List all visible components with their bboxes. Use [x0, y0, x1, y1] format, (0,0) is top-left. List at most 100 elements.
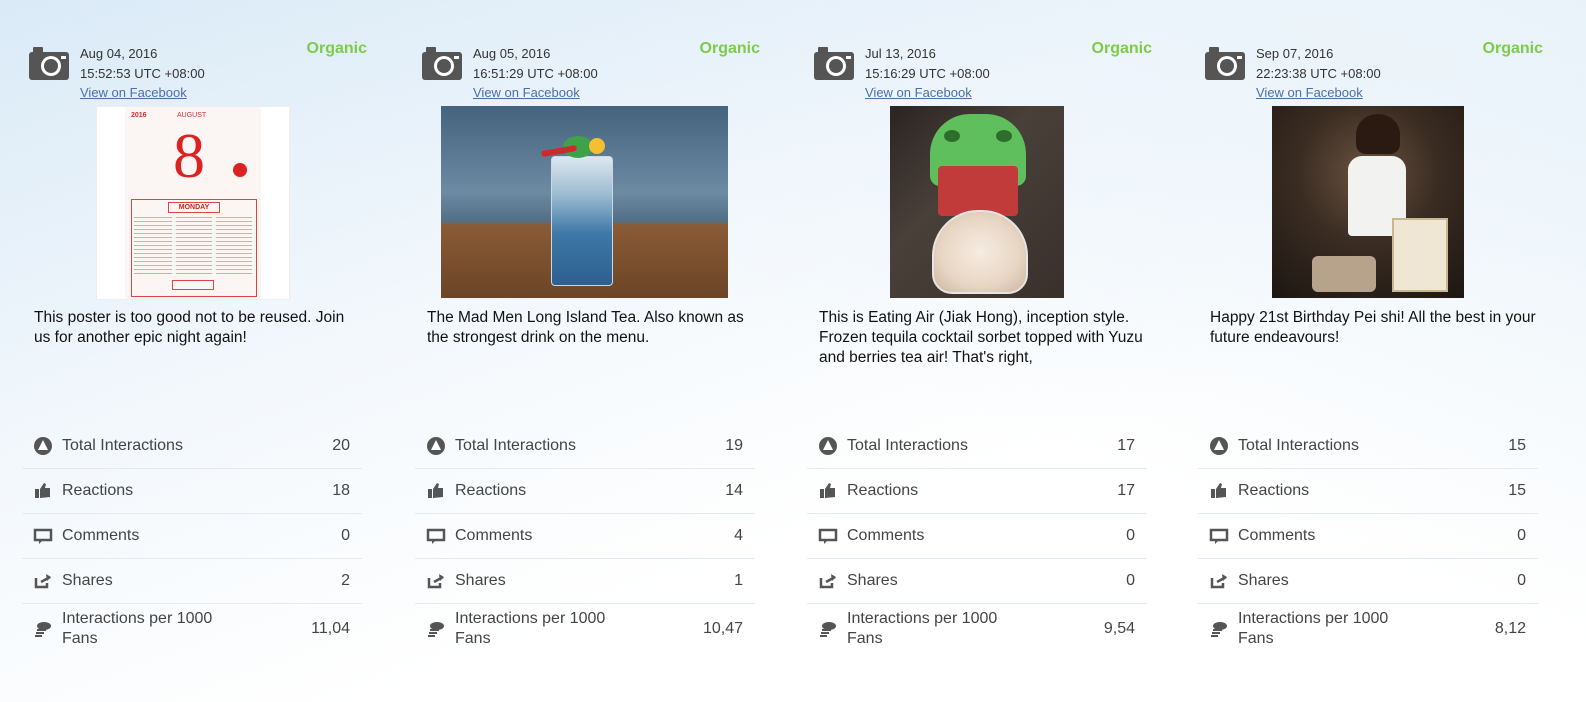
metric-row-interactions-per-fans: Interactions per 1000 Fans 9,54: [807, 604, 1147, 654]
metrics-table: Total Interactions 19 Reactions 14 Comme…: [415, 424, 755, 654]
post-type-badge: Organic: [1091, 40, 1152, 57]
metric-row-interactions-per-fans: Interactions per 1000 Fans 10,47: [415, 604, 755, 654]
metric-value: 19: [725, 437, 743, 454]
metric-label: Total Interactions: [847, 437, 968, 454]
metric-value: 8,12: [1494, 620, 1526, 637]
metric-label: Comments: [455, 527, 533, 544]
view-on-facebook-link[interactable]: View on Facebook: [865, 84, 972, 102]
poster-year: 2016: [131, 112, 147, 119]
post-date: Aug 05, 2016: [473, 46, 551, 61]
metric-value: 10,47: [702, 620, 743, 637]
reactions-icon: [1211, 483, 1226, 498]
metric-row-comments: Comments 4: [415, 514, 755, 559]
metric-value: 0: [1126, 572, 1135, 589]
metric-row-total-interactions: Total Interactions 15: [1198, 424, 1538, 469]
metric-label: Shares: [1238, 572, 1289, 589]
post-caption: The Mad Men Long Island Tea. Also known …: [427, 309, 744, 346]
post-caption: This is Eating Air (Jiak Hong), inceptio…: [819, 309, 1143, 366]
metric-label: Reactions: [455, 482, 527, 499]
post-image[interactable]: [441, 106, 728, 298]
poster-table: MONDAY: [131, 199, 257, 297]
metric-value: 14: [725, 482, 743, 499]
metrics-table: Total Interactions 20 Reactions 18 Comme…: [22, 424, 362, 654]
metric-row-comments: Comments 0: [1198, 514, 1538, 559]
camera-icon: [814, 47, 854, 80]
metric-label: Reactions: [62, 482, 134, 499]
metric-value: 15: [1508, 437, 1526, 454]
post-card: Aug 04, 2016 15:52:53 UTC +08:00 View on…: [22, 0, 367, 702]
lemon: [589, 138, 605, 154]
post-type-badge: Organic: [1482, 40, 1543, 57]
metric-value: 0: [1517, 572, 1526, 589]
metric-value: 1: [734, 572, 743, 589]
metric-row-reactions: Reactions 17: [807, 469, 1147, 514]
shares-icon: [1210, 574, 1227, 589]
metric-row-reactions: Reactions 15: [1198, 469, 1538, 514]
comments-icon: [33, 528, 53, 544]
total-interactions-icon: [427, 437, 445, 455]
metric-value: 0: [1126, 527, 1135, 544]
interactions-per-fans-icon: [35, 622, 51, 637]
camera-icon: [1205, 47, 1245, 80]
cocktail-glass: [932, 210, 1028, 294]
view-on-facebook-link[interactable]: View on Facebook: [80, 84, 187, 102]
post-card: Aug 05, 2016 16:51:29 UTC +08:00 View on…: [415, 0, 760, 702]
metric-value: 0: [341, 527, 350, 544]
post-type-badge: Organic: [699, 40, 760, 57]
metric-label: Interactions per 1000 Fans: [847, 610, 998, 647]
calendar-poster: 2016 AUGUST 8 MONDAY: [125, 107, 261, 299]
metric-label: Total Interactions: [1238, 437, 1359, 454]
post-image[interactable]: [890, 106, 1064, 298]
poster-weekday: MONDAY: [168, 202, 220, 213]
comments-icon: [426, 528, 446, 544]
metric-label: Shares: [847, 572, 898, 589]
interactions-per-fans-icon: [1211, 622, 1227, 637]
post-image[interactable]: [1272, 106, 1464, 298]
post-time: 15:16:29 UTC +08:00: [865, 66, 990, 81]
metric-row-interactions-per-fans: Interactions per 1000 Fans 8,12: [1198, 604, 1538, 654]
post-image[interactable]: 2016 AUGUST 8 MONDAY: [96, 106, 290, 300]
metric-label: Shares: [455, 572, 506, 589]
glass: [551, 156, 613, 286]
reactions-icon: [428, 483, 443, 498]
post-time: 22:23:38 UTC +08:00: [1256, 66, 1381, 81]
shares-icon: [34, 574, 51, 589]
post-caption: This poster is too good not to be reused…: [34, 309, 345, 346]
post-caption: Happy 21st Birthday Pei shi! All the bes…: [1210, 309, 1536, 346]
metric-value: 17: [1117, 437, 1135, 454]
post-card: Sep 07, 2016 22:23:38 UTC +08:00 View on…: [1198, 0, 1543, 702]
metric-label: Comments: [847, 527, 925, 544]
birthday-card: [1392, 218, 1448, 292]
metric-row-comments: Comments 0: [807, 514, 1147, 559]
comments-icon: [1209, 528, 1229, 544]
metric-value: 2: [341, 572, 350, 589]
poster-month: AUGUST: [177, 112, 207, 119]
metric-label: Interactions per 1000 Fans: [1238, 610, 1389, 647]
metric-label: Total Interactions: [455, 437, 576, 454]
post-time: 16:51:29 UTC +08:00: [473, 66, 598, 81]
reactions-icon: [35, 483, 50, 498]
post-date: Aug 04, 2016: [80, 46, 158, 61]
metric-label: Comments: [1238, 527, 1316, 544]
birthday-cake: [1312, 256, 1376, 292]
metric-row-total-interactions: Total Interactions 17: [807, 424, 1147, 469]
metric-value: 11,04: [311, 620, 350, 637]
metric-label: Interactions per 1000 Fans: [62, 610, 213, 647]
metric-value: 15: [1508, 482, 1526, 499]
metric-row-shares: Shares 2: [22, 559, 362, 604]
post-date: Sep 07, 2016: [1256, 46, 1334, 61]
metric-row-shares: Shares 0: [1198, 559, 1538, 604]
metric-value: 0: [1517, 527, 1526, 544]
metric-row-shares: Shares 1: [415, 559, 755, 604]
metric-row-total-interactions: Total Interactions 20: [22, 424, 362, 469]
total-interactions-icon: [819, 437, 837, 455]
poster-day: 8: [173, 120, 205, 191]
poster-seal: [233, 163, 247, 177]
view-on-facebook-link[interactable]: View on Facebook: [473, 84, 580, 102]
interactions-per-fans-icon: [820, 622, 836, 637]
interactions-per-fans-icon: [428, 622, 444, 637]
metrics-table: Total Interactions 17 Reactions 17 Comme…: [807, 424, 1147, 654]
view-on-facebook-link[interactable]: View on Facebook: [1256, 84, 1363, 102]
post-type-badge: Organic: [306, 40, 367, 57]
camera-icon: [422, 47, 462, 80]
